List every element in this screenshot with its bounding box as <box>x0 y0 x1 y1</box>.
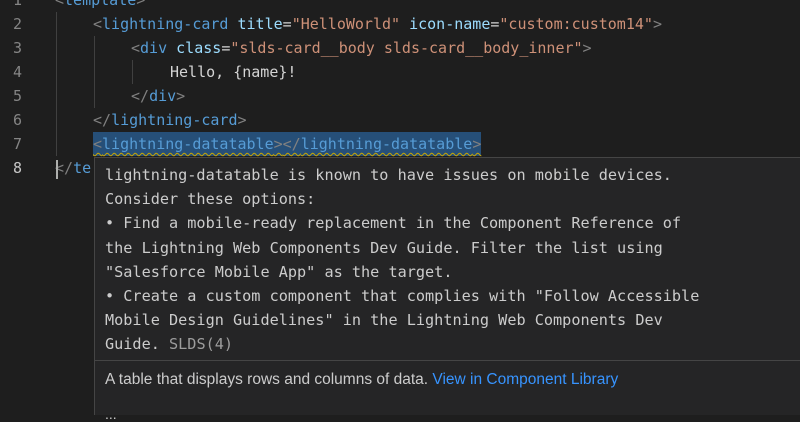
tag-name: lightning-datatable <box>102 135 274 153</box>
description-text: A table that displays rows and columns o… <box>105 371 433 388</box>
component-library-link[interactable]: View in Component Library <box>432 371 618 388</box>
code-text-with-warning[interactable]: <lightning-datatable></lightning-datatab… <box>93 132 482 156</box>
hover-message-line: Mobile Design Guidelines" in the Lightni… <box>105 311 663 330</box>
tag-name: lightning-datatable <box>300 135 473 153</box>
code-text: <lightning-card title="HelloWorld" icon-… <box>93 12 662 36</box>
code-line-5[interactable]: 5 </div> <box>0 84 800 108</box>
code-text: Hello, {name}! <box>170 63 297 81</box>
line-number: 3 <box>12 39 22 57</box>
diagnostic-source: SLDS(4) <box>169 335 234 354</box>
tag-bracket: </ <box>93 111 112 129</box>
tag-name: lightning-card <box>111 111 238 129</box>
tag-bracket: </ <box>282 135 301 153</box>
attribute-name: class <box>176 39 222 57</box>
tag-bracket: > <box>237 111 247 129</box>
hover-message-line: the Lightning Web Components Dev Guide. … <box>105 238 663 257</box>
hover-message-line: • Create a custom component that complie… <box>105 287 700 306</box>
hover-message-line: "Salesforce Mobile App" as the target. <box>105 262 453 281</box>
code-text: </lightning-card> <box>93 108 247 132</box>
tag-bracket: > <box>652 15 662 33</box>
tag-bracket: > <box>136 0 146 9</box>
attribute-value: "slds-card__body slds-card__body_inner" <box>230 39 583 57</box>
hover-divider <box>95 360 800 361</box>
hover-more-content: ... <box>105 406 117 422</box>
tag-bracket: < <box>131 39 141 57</box>
hover-message-line: lightning-datatable is known to have iss… <box>105 166 672 184</box>
code-line-1[interactable]: 1 <template> <box>0 0 800 12</box>
attribute-value: "HelloWorld" <box>291 15 401 33</box>
tag-name: div <box>140 39 168 57</box>
line-number: 5 <box>12 87 22 105</box>
code-text: <template> <box>55 0 145 12</box>
attribute-name: title <box>237 15 283 33</box>
tag-name: te <box>73 159 92 177</box>
equals-sign: = <box>282 15 292 33</box>
tag-bracket: </ <box>131 87 150 105</box>
line-number: 1 <box>12 0 22 9</box>
tag-name: template <box>64 0 137 9</box>
line-number: 6 <box>12 111 22 129</box>
equals-sign: = <box>221 39 231 57</box>
hover-tooltip[interactable]: lightning-datatable is known to have iss… <box>94 157 800 422</box>
tag-bracket: > <box>472 135 482 153</box>
hover-message-line: • Find a mobile-ready replacement in the… <box>105 214 682 233</box>
tag-name: div <box>149 87 177 105</box>
hover-message: lightning-datatable is known to have iss… <box>105 163 795 357</box>
line-number: 7 <box>12 135 22 153</box>
tag-bracket: < <box>93 135 103 153</box>
tag-bracket: > <box>176 87 186 105</box>
code-text: <div class="slds-card__body slds-card__b… <box>131 36 592 60</box>
code-text: </div> <box>131 84 185 108</box>
attribute-value: "custom:custom14" <box>499 15 653 33</box>
attribute-name: icon-name <box>409 15 491 33</box>
tag-bracket: > <box>582 39 592 57</box>
tag-name: lightning-card <box>102 15 229 33</box>
text-cursor <box>56 160 58 179</box>
component-description: A table that displays rows and columns o… <box>105 370 618 390</box>
code-line-6[interactable]: 6 </lightning-card> <box>0 108 800 132</box>
code-line-7[interactable]: 7 <lightning-datatable></lightning-datat… <box>0 132 800 156</box>
tag-bracket: < <box>55 0 65 9</box>
hover-message-line: Consider these options: <box>105 190 316 209</box>
hover-message-line: Guide. <box>105 335 170 354</box>
tag-bracket: > <box>273 135 283 153</box>
line-number: 4 <box>12 63 22 81</box>
tag-bracket: < <box>93 15 103 33</box>
code-line-4[interactable]: 4 Hello, {name}! <box>0 60 800 84</box>
code-line-3[interactable]: 3 <div class="slds-card__body slds-card_… <box>0 36 800 60</box>
code-text: </te <box>55 156 91 180</box>
line-number: 2 <box>12 15 22 33</box>
line-number: 8 <box>12 159 22 177</box>
code-line-2[interactable]: 2 <lightning-card title="HelloWorld" ico… <box>0 12 800 36</box>
